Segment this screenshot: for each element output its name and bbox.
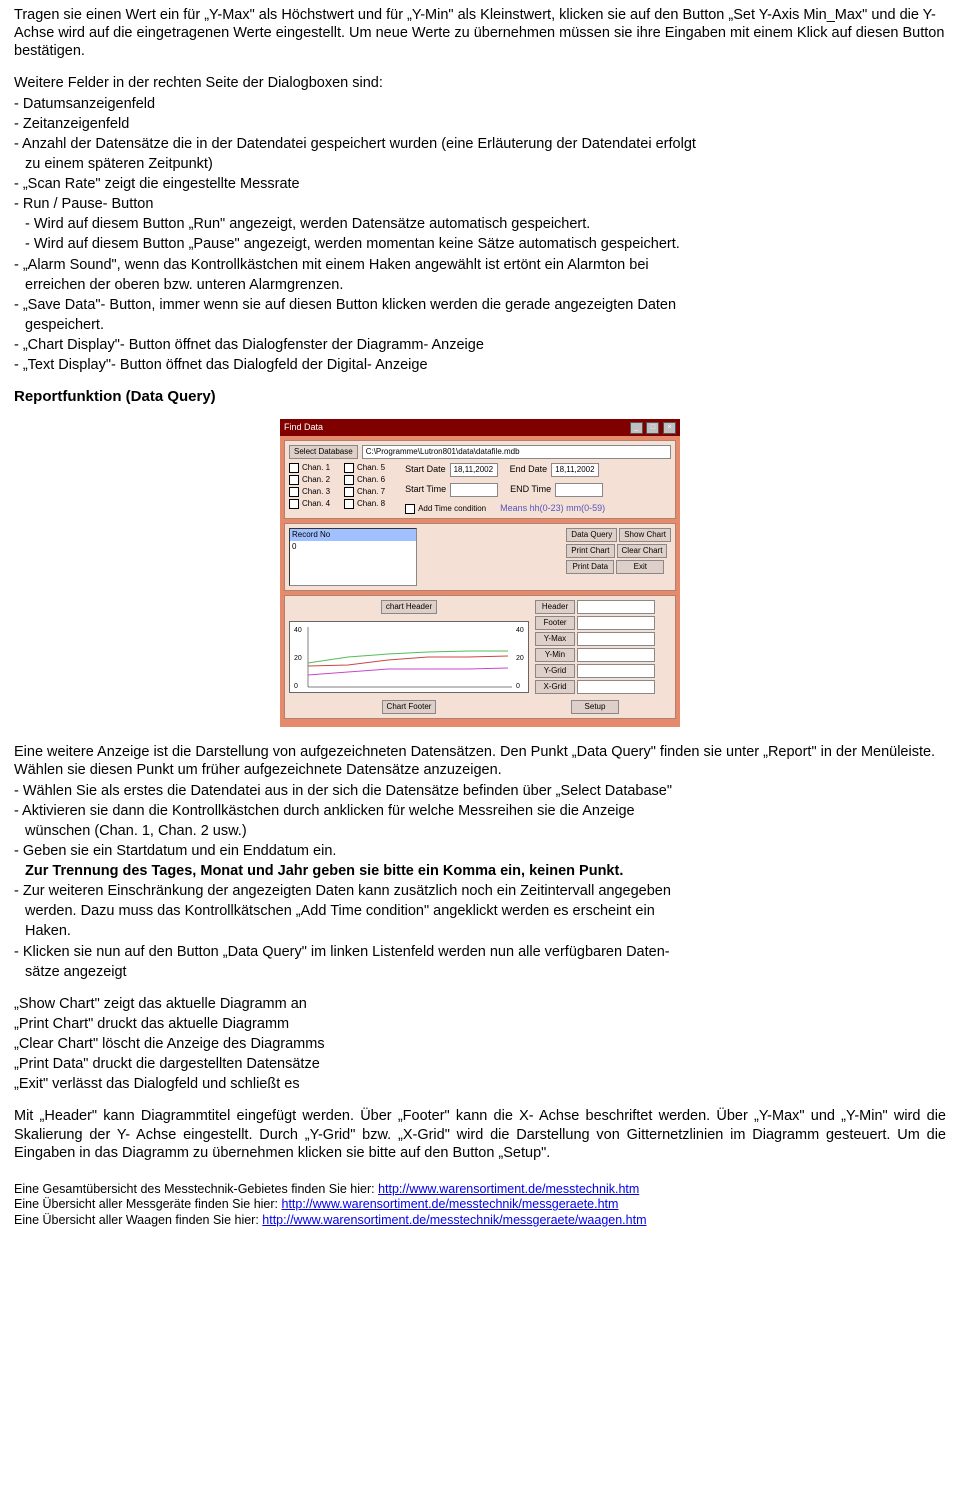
ymax-button[interactable]: Y-Max — [535, 632, 575, 646]
xgrid-button[interactable]: X-Grid — [535, 680, 575, 694]
window-buttons: _ □ × — [629, 421, 676, 434]
chart-preview: 40 20 0 40 20 0 — [289, 621, 529, 693]
svg-text:20: 20 — [294, 655, 302, 662]
start-time-label: Start Time — [405, 484, 446, 495]
list-item: - Zeitanzeigenfeld — [14, 115, 946, 133]
list-subitem: - Wird auf diesem Button „Pause" angezei… — [25, 235, 946, 253]
list-subitem: - Wird auf diesem Button „Run" angezeigt… — [25, 215, 946, 233]
database-path-field[interactable]: C:\Programme\Lutron801\data\datafile.mdb — [362, 445, 671, 459]
list-item: - Wählen Sie als erstes die Datendatei a… — [14, 782, 946, 800]
xgrid-field[interactable] — [577, 680, 655, 694]
maximize-icon[interactable]: □ — [646, 422, 659, 434]
footer-text: Eine Übersicht aller Messgeräte finden S… — [14, 1197, 282, 1211]
chan4-checkbox[interactable]: Chan. 4 — [289, 499, 330, 509]
svg-text:40: 40 — [516, 627, 524, 634]
show-chart-button[interactable]: Show Chart — [619, 528, 671, 542]
footer-text: Eine Übersicht aller Waagen finden Sie h… — [14, 1213, 262, 1227]
end-date-label: End Date — [510, 464, 548, 475]
dialog-title: Find Data — [284, 422, 323, 433]
ygrid-button[interactable]: Y-Grid — [535, 664, 575, 678]
list-item: - „Save Data"- Button, immer wenn sie au… — [14, 296, 946, 314]
header-button[interactable]: Header — [535, 600, 575, 614]
chan6-checkbox[interactable]: Chan. 6 — [344, 475, 385, 485]
find-data-dialog: Find Data _ □ × Select Database C:\Progr… — [280, 419, 680, 727]
end-time-label: END Time — [510, 484, 551, 495]
list-item-cont: sätze angezeigt — [25, 963, 946, 981]
chan7-checkbox[interactable]: Chan. 7 — [344, 487, 385, 497]
start-time-field[interactable] — [450, 483, 498, 497]
chan5-checkbox[interactable]: Chan. 5 — [344, 463, 385, 473]
chart-footer-button[interactable]: Chart Footer — [382, 700, 437, 714]
print-chart-button[interactable]: Print Chart — [566, 544, 614, 558]
ymin-field[interactable] — [577, 648, 655, 662]
svg-text:0: 0 — [294, 683, 298, 690]
list-item: - Anzahl der Datensätze die in der Daten… — [14, 135, 946, 153]
section-heading: Reportfunktion (Data Query) — [14, 388, 946, 407]
list-item: - Aktivieren sie dann die Kontrollkästch… — [14, 802, 946, 820]
clear-chart-button[interactable]: Clear Chart — [617, 544, 668, 558]
paragraph: Tragen sie einen Wert ein für „Y-Max" al… — [14, 6, 946, 60]
chan1-checkbox[interactable]: Chan. 1 — [289, 463, 330, 473]
select-database-button[interactable]: Select Database — [289, 445, 358, 459]
record-list-header: Record No — [290, 529, 416, 541]
footer-text: Eine Gesamtübersicht des Messtechnik-Geb… — [14, 1182, 378, 1196]
footer-links: Eine Gesamtübersicht des Messtechnik-Geb… — [14, 1182, 946, 1229]
data-query-button[interactable]: Data Query — [566, 528, 617, 542]
footer-link-1[interactable]: http://www.warensortiment.de/messtechnik… — [378, 1182, 639, 1196]
list-item: - Geben sie ein Startdatum und ein Endda… — [14, 842, 946, 860]
list-item-cont: erreichen der oberen bzw. unteren Alarmg… — [25, 276, 946, 294]
paragraph: Eine weitere Anzeige ist die Darstellung… — [14, 743, 946, 779]
chart-header-button[interactable]: chart Header — [381, 600, 437, 614]
paragraph-line: „Print Chart" druckt das aktuelle Diagra… — [14, 1015, 946, 1033]
chan2-checkbox[interactable]: Chan. 2 — [289, 475, 330, 485]
ymin-button[interactable]: Y-Min — [535, 648, 575, 662]
list-item: - „Chart Display"- Button öffnet das Dia… — [14, 336, 946, 354]
paragraph-line: „Clear Chart" löscht die Anzeige des Dia… — [14, 1035, 946, 1053]
time-format-note: Means hh(0-23) mm(0-59) — [500, 503, 605, 514]
setup-button[interactable]: Setup — [571, 700, 619, 714]
footer-link-3[interactable]: http://www.warensortiment.de/messtechnik… — [262, 1213, 646, 1227]
svg-text:20: 20 — [516, 655, 524, 662]
list-item: - Zur weiteren Einschränkung der angezei… — [14, 882, 946, 900]
end-time-field[interactable] — [555, 483, 603, 497]
list-intro: Weitere Felder in der rechten Seite der … — [14, 74, 946, 92]
footer-button[interactable]: Footer — [535, 616, 575, 630]
list-item: - „Alarm Sound", wenn das Kontrollkästch… — [14, 256, 946, 274]
list-item: - Klicken sie nun auf den Button „Data Q… — [14, 943, 946, 961]
add-time-condition-checkbox[interactable]: Add Time condition — [405, 504, 486, 514]
svg-text:40: 40 — [294, 627, 302, 634]
list-item-bold: Zur Trennung des Tages, Monat und Jahr g… — [25, 862, 946, 880]
list-item-cont: wünschen (Chan. 1, Chan. 2 usw.) — [25, 822, 946, 840]
list-item: - „Text Display"- Button öffnet das Dial… — [14, 356, 946, 374]
end-date-field[interactable]: 18,11,2002 — [551, 463, 599, 477]
ygrid-field[interactable] — [577, 664, 655, 678]
footer-link-2[interactable]: http://www.warensortiment.de/messtechnik… — [282, 1197, 619, 1211]
chan8-checkbox[interactable]: Chan. 8 — [344, 499, 385, 509]
list-item: - Run / Pause- Button — [14, 195, 946, 213]
exit-button[interactable]: Exit — [616, 560, 664, 574]
list-item-cont: gespeichert. — [25, 316, 946, 334]
start-date-field[interactable]: 18,11,2002 — [450, 463, 498, 477]
svg-text:0: 0 — [516, 683, 520, 690]
paragraph-line: „Show Chart" zeigt das aktuelle Diagramm… — [14, 995, 946, 1013]
list-item: - Datumsanzeigenfeld — [14, 95, 946, 113]
list-item-cont: werden. Dazu muss das Kontrollkätschen „… — [25, 902, 946, 920]
paragraph-line: „Exit" verlässt das Dialogfeld und schli… — [14, 1075, 946, 1093]
list-item-cont: zu einem späteren Zeitpunkt) — [25, 155, 946, 173]
print-data-button[interactable]: Print Data — [566, 560, 614, 574]
record-list-cell: 0 — [290, 541, 416, 553]
chan3-checkbox[interactable]: Chan. 3 — [289, 487, 330, 497]
paragraph: Mit „Header" kann Diagrammtitel eingefüg… — [14, 1107, 946, 1161]
footer-field[interactable] — [577, 616, 655, 630]
record-listbox[interactable]: Record No 0 — [289, 528, 417, 586]
close-icon[interactable]: × — [663, 422, 676, 434]
list-item: - „Scan Rate" zeigt die eingestellte Mes… — [14, 175, 946, 193]
minimize-icon[interactable]: _ — [630, 422, 643, 434]
start-date-label: Start Date — [405, 464, 446, 475]
paragraph-line: „Print Data" druckt die dargestellten Da… — [14, 1055, 946, 1073]
list-item-cont: Haken. — [25, 922, 946, 940]
header-field[interactable] — [577, 600, 655, 614]
ymax-field[interactable] — [577, 632, 655, 646]
